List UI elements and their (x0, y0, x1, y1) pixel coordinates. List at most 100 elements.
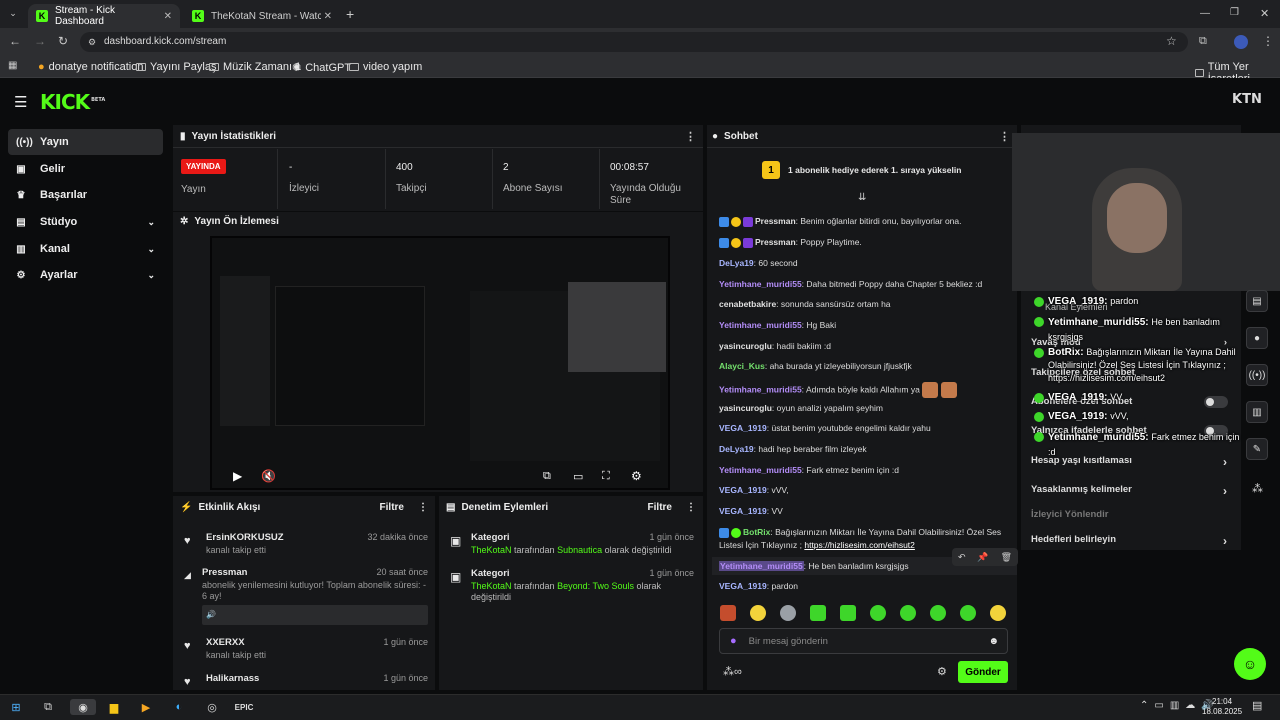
emote-icon[interactable] (810, 605, 826, 621)
bookmark-chatgpt[interactable]: ✺ ChatGPT (292, 61, 351, 75)
chat-username[interactable]: Pressman (755, 216, 796, 226)
chat-username[interactable]: VEGA_1919 (719, 506, 767, 516)
chat-username[interactable]: Yetimhane_muridi55 (719, 465, 802, 475)
emote-icon[interactable] (930, 605, 946, 621)
tab-kick-dashboard[interactable]: K Stream - Kick Dashboard ✕ (28, 4, 180, 28)
pip-icon[interactable]: ⧉ (543, 470, 551, 483)
chat-username[interactable]: Yetimhane_muridi55 (719, 320, 802, 330)
more-options-icon[interactable]: ⋮ (418, 502, 428, 513)
minimize-icon[interactable]: — (1200, 8, 1210, 19)
forward-icon[interactable]: → (34, 34, 46, 48)
rail-document-icon[interactable]: ▤ (1246, 290, 1268, 312)
channel-action-yasak-kelimeler[interactable]: Yasaklanmış kelimeler › (1031, 484, 1227, 498)
emote-icon[interactable] (840, 605, 856, 621)
rail-layout-icon[interactable]: ▥ (1246, 401, 1268, 423)
kick-logo[interactable]: KICK BETA (40, 90, 105, 114)
more-options-icon[interactable]: ⋮ (999, 130, 1010, 143)
rail-tools-icon[interactable]: ✎ (1246, 438, 1268, 460)
pin-icon[interactable]: 📌 (977, 552, 988, 563)
chat-username[interactable]: yasincuroglu (719, 403, 772, 413)
notification-icon[interactable]: ▤ (1252, 699, 1262, 712)
windows-start-icon[interactable]: ⊞ (8, 699, 24, 715)
emote-icon[interactable] (960, 605, 976, 621)
channel-action-hedefler[interactable]: Hedefleri belirleyin › (1031, 534, 1227, 548)
chat-input[interactable]: ● Bir mesaj gönderin ☻ (719, 628, 1008, 654)
chat-username[interactable]: DeLya19 (719, 444, 754, 454)
reload-icon[interactable]: ↻ (58, 34, 68, 48)
chat-username[interactable]: BotRix (743, 527, 770, 537)
rail-chat-icon[interactable]: ● (1246, 327, 1268, 349)
restore-icon[interactable]: ❐ (1230, 7, 1239, 18)
chat-username[interactable]: VEGA_1919 (719, 485, 767, 495)
chrome-taskbar-icon[interactable]: ◉ (70, 699, 96, 715)
sidebar-item-ayarlar[interactable]: ⚙ Ayarlar ⌄ (8, 262, 163, 288)
media-player-icon[interactable]: ▶ (138, 699, 154, 715)
edge-icon[interactable]: ◐ (171, 699, 187, 715)
chat-username[interactable]: Yetimhane_muridi55 (719, 561, 804, 571)
emote-icon[interactable] (780, 605, 796, 621)
chat-username[interactable]: cenabetbakire (719, 299, 776, 309)
more-options-icon[interactable]: ⋮ (685, 130, 696, 143)
microphone-icon[interactable]: ● (730, 635, 737, 647)
tab-thekotan-stream[interactable]: K TheKotaN Stream - Watch Live ✕ (184, 4, 340, 28)
file-explorer-icon[interactable]: ▆ (106, 699, 122, 715)
emoji-picker-icon[interactable]: ☻ (988, 636, 999, 647)
steam-icon[interactable]: ◎ (204, 699, 220, 715)
emote-icon[interactable] (750, 605, 766, 621)
sidebar-item-yayin[interactable]: ((•)) Yayın (8, 129, 163, 155)
fullscreen-icon[interactable]: ⛶ (602, 470, 610, 483)
apps-icon[interactable]: ▦ (8, 60, 17, 71)
theater-icon[interactable]: ▭ (573, 470, 583, 483)
new-tab-button[interactable]: + (346, 6, 354, 22)
chat-username[interactable]: yasincuroglu (719, 341, 772, 351)
chat-username[interactable]: VEGA_1919 (719, 581, 767, 591)
url-input[interactable]: dashboard.kick.com/stream (80, 32, 1188, 52)
channel-action-izleyici-yonlendir[interactable]: İzleyici Yönlendir (1031, 509, 1108, 520)
chat-username[interactable]: Yetimhane_muridi55 (719, 384, 802, 394)
browser-menu-icon[interactable]: ⋮ (1262, 34, 1274, 48)
reply-icon[interactable]: ↶ (958, 552, 966, 563)
scroll-down-icon[interactable]: ⇊ (858, 192, 866, 203)
chat-username[interactable]: VEGA_1919 (719, 423, 767, 433)
close-window-icon[interactable]: ✕ (1260, 7, 1269, 20)
emote-icon[interactable] (990, 605, 1006, 621)
rail-users-icon[interactable]: ⁂ (1252, 482, 1263, 495)
emote-icon[interactable] (720, 605, 736, 621)
chat-users-icon[interactable]: ⁂∞ (723, 665, 742, 678)
hamburger-menu-icon[interactable]: ☰ (14, 93, 27, 111)
settings-gear-icon[interactable]: ⚙ (631, 469, 642, 483)
stream-preview-video[interactable] (210, 236, 670, 490)
epic-games-icon[interactable]: EPIC (235, 699, 254, 715)
bookmark-muzik[interactable]: Müzik Zamanı 1 (209, 61, 301, 73)
toggle-switch[interactable] (1204, 396, 1228, 408)
emote-icon[interactable] (900, 605, 916, 621)
sidebar-item-studyo[interactable]: ▤ Stüdyo ⌄ (8, 209, 163, 235)
back-icon[interactable]: ← (9, 34, 21, 48)
chat-link[interactable]: https://hizlisesim.com/eihsut2 (804, 540, 915, 550)
chat-settings-icon[interactable]: ⚙ (937, 665, 947, 678)
close-icon[interactable]: ✕ (164, 11, 172, 22)
extensions-icon[interactable]: ⧉ (1199, 35, 1207, 48)
chat-username[interactable]: Yetimhane_muridi55 (719, 279, 802, 289)
play-icon[interactable]: ▶ (233, 469, 242, 483)
bookmark-yayini-paylas[interactable]: Yayını Paylaş (136, 61, 216, 73)
clock[interactable]: 21:04 18.08.2025 (1202, 697, 1242, 717)
filter-button[interactable]: Filtre (648, 502, 672, 513)
sidebar-item-gelir[interactable]: ▣ Gelir (8, 156, 163, 182)
bookmark-video-yapim[interactable]: video yapım (349, 61, 422, 73)
chat-username[interactable]: Alayci_Kus (719, 361, 765, 371)
support-chat-button[interactable]: ☺ (1234, 648, 1266, 680)
emote-icon[interactable] (870, 605, 886, 621)
delete-icon[interactable]: 🗑 (1001, 552, 1012, 563)
rail-broadcast-icon[interactable]: ((•)) (1246, 364, 1268, 386)
task-view-icon[interactable]: ⧉ (40, 699, 56, 715)
close-icon[interactable]: ✕ (324, 11, 332, 22)
sidebar-item-basarilar[interactable]: ♛ Başarılar (8, 182, 163, 208)
mute-icon[interactable]: 🔇 (261, 469, 276, 483)
profile-badge[interactable]: KTN (1232, 92, 1262, 107)
bookmark-donatye[interactable]: ● donatye notification (38, 61, 143, 73)
send-button[interactable]: Gönder (958, 661, 1008, 683)
chat-username[interactable]: DeLya19 (719, 258, 754, 268)
site-info-icon[interactable]: ⚙ (88, 37, 96, 48)
more-options-icon[interactable]: ⋮ (686, 502, 696, 513)
